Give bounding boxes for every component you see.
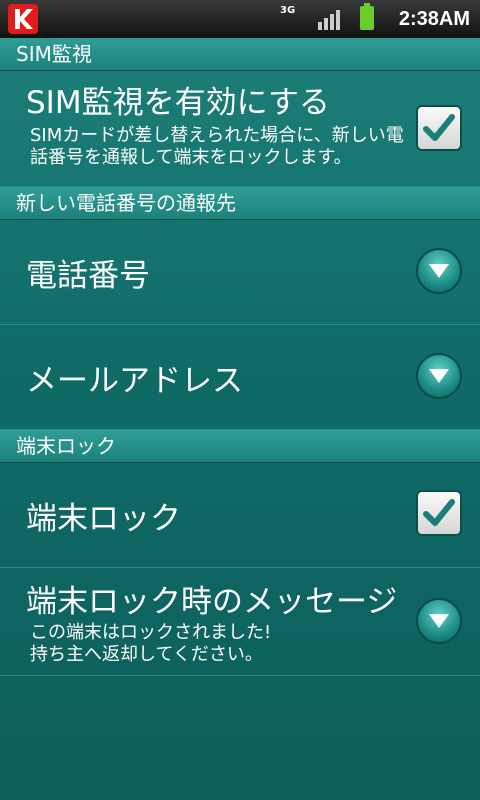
setting-device-lock[interactable]: 端末ロック	[0, 463, 480, 568]
setting-title: 端末ロック	[26, 501, 181, 537]
chevron-down-icon	[429, 264, 449, 278]
phone-number-dropdown-button[interactable]	[416, 248, 462, 294]
setting-title: メールアドレス	[26, 363, 243, 399]
kaspersky-app-icon	[8, 4, 38, 34]
setting-title: 端末ロック時のメッセージ	[26, 584, 398, 620]
chevron-down-icon	[429, 614, 449, 628]
signal-strength-icon	[318, 8, 344, 34]
mail-address-dropdown-button[interactable]	[416, 353, 462, 399]
setting-phone-number[interactable]: 電話番号	[0, 220, 480, 325]
checkmark-icon	[423, 499, 455, 526]
network-type-label: 3G	[280, 5, 296, 16]
settings-screen: SIM監視 SIM監視を有効にする SIMカードが差し替えられた場合に、新しい電…	[0, 38, 480, 800]
setting-description: この端末はロックされました! 持ち主へ返却してください。	[30, 622, 272, 665]
setting-enable-sim-watch[interactable]: SIM監視を有効にする SIMカードが差し替えられた場合に、新しい電話番号を通報…	[0, 71, 480, 187]
status-bar: 3G 2:38AM	[0, 0, 480, 38]
setting-lock-message[interactable]: 端末ロック時のメッセージ この端末はロックされました! 持ち主へ返却してください…	[0, 568, 480, 676]
setting-title: 電話番号	[26, 258, 150, 294]
setting-mail-address[interactable]: メールアドレス	[0, 325, 480, 430]
device-lock-checkbox[interactable]	[416, 490, 462, 536]
enable-sim-watch-checkbox[interactable]	[416, 105, 462, 151]
battery-icon	[360, 3, 374, 30]
chevron-down-icon	[429, 369, 449, 383]
section-header-sim-watch: SIM監視	[0, 38, 480, 71]
checkmark-icon	[423, 114, 455, 141]
setting-title: SIM監視を有効にする	[26, 85, 330, 121]
section-header-lock: 端末ロック	[0, 430, 480, 463]
setting-description: SIMカードが差し替えられた場合に、新しい電話番号を通報して端末をロックします。	[30, 125, 404, 168]
clock-time: 2:38AM	[398, 8, 470, 30]
lock-message-dropdown-button[interactable]	[416, 598, 462, 644]
section-header-notify: 新しい電話番号の通報先	[0, 187, 480, 220]
